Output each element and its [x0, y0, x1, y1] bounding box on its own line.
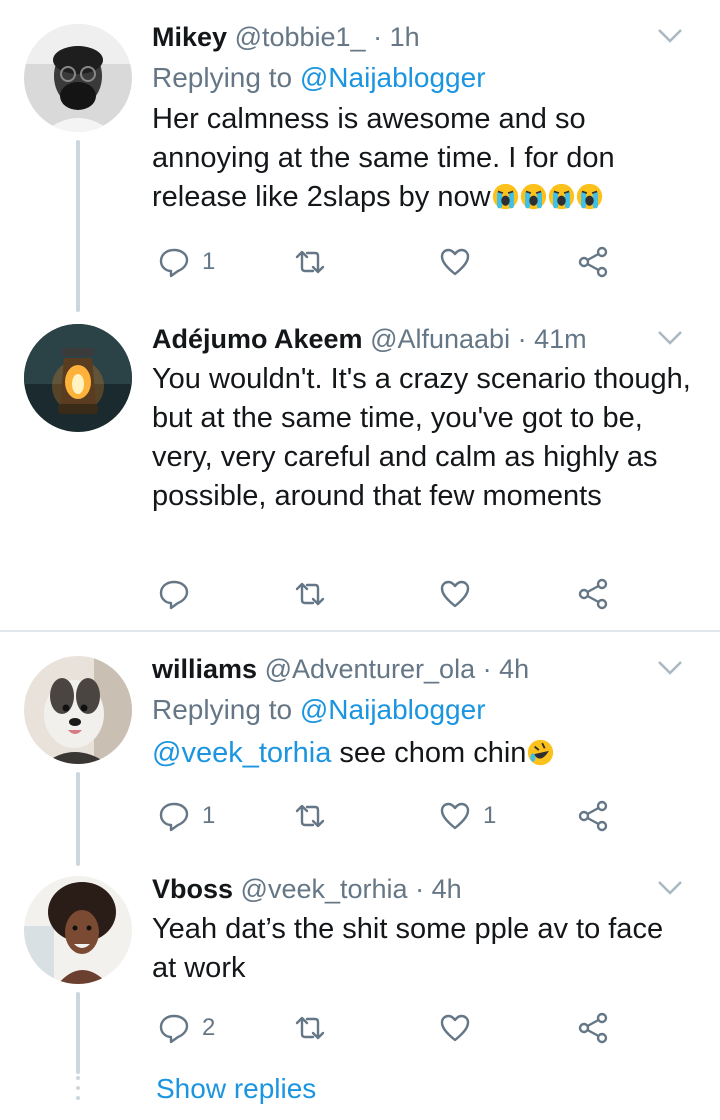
chevron-down-icon[interactable] — [656, 26, 684, 46]
replying-to: Replying to @Naijablogger — [152, 58, 684, 98]
thread-line — [76, 772, 80, 866]
display-name[interactable]: Mikey — [152, 22, 227, 52]
avatar-image — [24, 876, 132, 984]
share-button[interactable] — [577, 1008, 609, 1048]
reply-button[interactable]: 1 — [158, 796, 215, 836]
avatar-image — [24, 324, 132, 432]
thread-continuation-dots — [76, 1076, 80, 1106]
retweet-icon — [295, 804, 325, 828]
loudly-crying-face-icon — [548, 183, 574, 210]
avatar[interactable] — [24, 876, 132, 984]
chevron-down-icon[interactable] — [656, 658, 684, 678]
user-handle[interactable]: @Alfunaabi — [370, 324, 510, 354]
tweet-text: Her calmness is awesome and so annoying … — [152, 100, 672, 217]
tweet-body: see chom chin — [331, 737, 527, 769]
share-button[interactable] — [577, 796, 609, 836]
reply-count: 1 — [202, 802, 216, 829]
avatar-image — [24, 656, 132, 764]
reply-icon — [159, 802, 189, 832]
tweet-actions: 2 — [152, 1008, 632, 1048]
chevron-down-icon[interactable] — [656, 878, 684, 898]
like-icon — [440, 1014, 470, 1042]
replying-to-label: Replying to — [152, 694, 300, 725]
display-name[interactable]: Adéjumo Akeem — [152, 324, 363, 354]
thread-line — [76, 140, 80, 312]
replying-to: Replying to @Naijablogger — [152, 690, 684, 730]
like-icon — [440, 580, 470, 608]
separator: · — [373, 22, 383, 52]
thread-line — [76, 992, 80, 1074]
reply-icon — [159, 248, 189, 278]
retweet-button[interactable] — [294, 796, 338, 836]
retweet-icon — [295, 1016, 325, 1040]
timestamp[interactable]: 1h — [390, 22, 420, 52]
timestamp[interactable]: 4h — [499, 654, 529, 684]
tweet[interactable]: Mikey @tobbie1_ · 1h Replying to @Naijab… — [0, 0, 720, 312]
tweet[interactable]: Adéjumo Akeem @Alfunaabi · 41m You would… — [0, 310, 720, 630]
like-button[interactable] — [439, 242, 483, 282]
display-name[interactable]: Vboss — [152, 874, 233, 904]
share-button[interactable] — [577, 242, 609, 282]
loudly-crying-face-icon — [576, 183, 602, 210]
show-replies-link[interactable]: Show replies — [156, 1070, 316, 1108]
reply-button[interactable] — [158, 574, 202, 614]
tweet-actions — [152, 574, 632, 614]
replying-to-handle[interactable]: @Naijablogger — [300, 62, 486, 93]
tweet-actions: 1 1 — [152, 796, 632, 836]
replying-to-label: Replying to — [152, 62, 300, 93]
tweet[interactable]: williams @Adventurer_ola · 4h Replying t… — [0, 632, 720, 866]
timestamp[interactable]: 41m — [534, 324, 587, 354]
reply-icon — [159, 580, 189, 610]
tweet-actions: 1 — [152, 242, 632, 282]
tweet-header: williams @Adventurer_ola · 4h — [152, 652, 684, 686]
share-icon — [578, 578, 608, 610]
retweet-button[interactable] — [294, 574, 338, 614]
tweet[interactable]: Vboss @veek_torhia · 4h Yeah dat’s the s… — [0, 864, 720, 1120]
mention-link[interactable]: @veek_torhia — [152, 737, 331, 769]
retweet-button[interactable] — [294, 242, 338, 282]
rolling-on-floor-laughing-icon — [528, 739, 554, 766]
user-handle[interactable]: @Adventurer_ola — [265, 654, 476, 684]
like-button[interactable] — [439, 1008, 483, 1048]
like-icon — [440, 248, 470, 276]
avatar-image — [24, 24, 132, 132]
reply-button[interactable]: 2 — [158, 1008, 215, 1048]
tweet-header: Mikey @tobbie1_ · 1h — [152, 20, 684, 54]
reply-icon — [159, 1014, 189, 1044]
loudly-crying-face-icon — [492, 183, 518, 210]
like-count: 1 — [483, 802, 497, 829]
replying-to-handle[interactable]: @Naijablogger — [300, 694, 486, 725]
tweet-text: Yeah dat’s the shit some pple av to face… — [152, 913, 664, 984]
separator: · — [517, 324, 527, 354]
separator: · — [415, 874, 425, 904]
tweet-text: @veek_torhia see chom chin — [152, 734, 684, 773]
tweet-header: Adéjumo Akeem @Alfunaabi · 41m — [152, 322, 684, 356]
separator: · — [482, 654, 492, 684]
retweet-button[interactable] — [294, 1008, 338, 1048]
tweet-header: Vboss @veek_torhia · 4h — [152, 872, 684, 906]
retweet-icon — [295, 250, 325, 274]
reply-count: 2 — [202, 1014, 216, 1041]
reply-count: 1 — [202, 248, 216, 275]
timestamp[interactable]: 4h — [432, 874, 462, 904]
like-button[interactable] — [439, 574, 483, 614]
share-icon — [578, 246, 608, 278]
retweet-icon — [295, 582, 325, 606]
avatar[interactable] — [24, 656, 132, 764]
loudly-crying-face-icon — [520, 183, 546, 210]
avatar[interactable] — [24, 24, 132, 132]
share-icon — [578, 800, 608, 832]
user-handle[interactable]: @veek_torhia — [241, 874, 408, 904]
display-name[interactable]: williams — [152, 654, 257, 684]
user-handle[interactable]: @tobbie1_ — [235, 22, 366, 52]
chevron-down-icon[interactable] — [656, 328, 684, 348]
like-button[interactable]: 1 — [439, 796, 496, 836]
share-button[interactable] — [577, 574, 609, 614]
like-icon — [440, 802, 470, 830]
share-icon — [578, 1012, 608, 1044]
reply-button[interactable]: 1 — [158, 242, 215, 282]
tweet-text: You wouldn't. It's a crazy scenario thou… — [152, 363, 691, 512]
avatar[interactable] — [24, 324, 132, 432]
